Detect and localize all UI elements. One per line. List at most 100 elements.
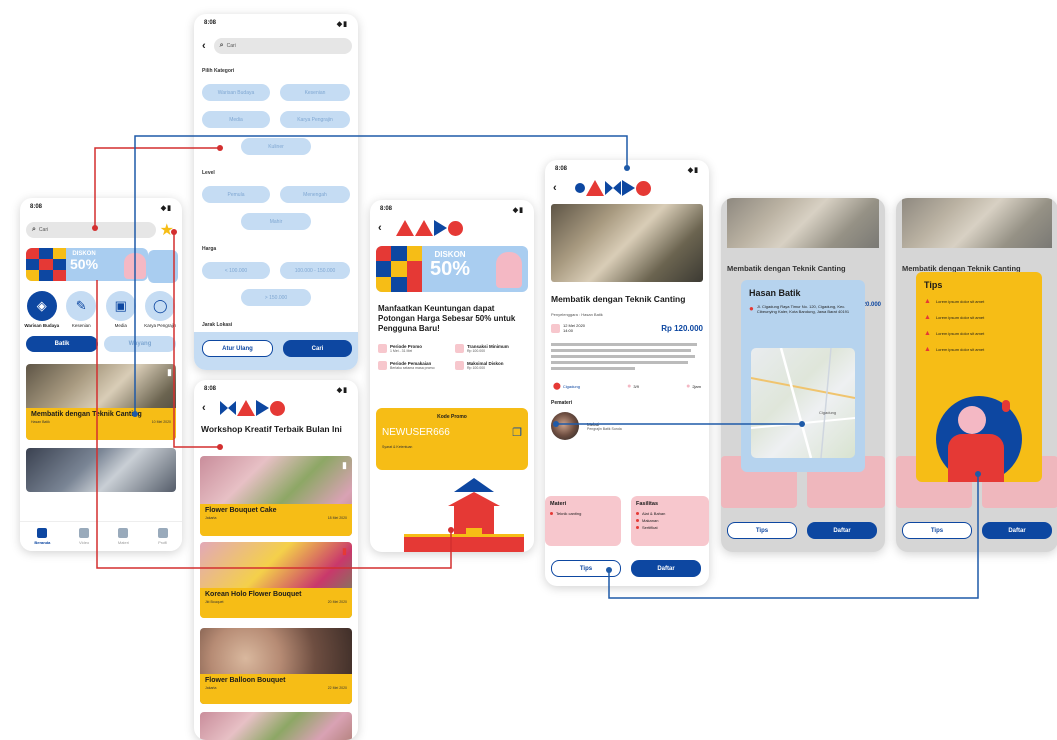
chip-kategori[interactable]: Media [202, 111, 270, 128]
bottom-nav: Beranda Video Materi Profil [20, 521, 182, 551]
nav-profil[interactable]: Profil [157, 528, 168, 545]
chip-kategori[interactable]: Kuliner [241, 138, 311, 155]
chip-level[interactable]: Menengah [280, 186, 350, 203]
status-time: 8:08 [380, 206, 393, 212]
hand-illustration [124, 253, 146, 279]
bookmark-icon[interactable]: ▮ [342, 460, 347, 471]
chip-harga[interactable]: 100.000 - 150.000 [280, 262, 350, 279]
detail-photo [727, 198, 879, 248]
item-author: Jakarta [205, 686, 217, 690]
nav-video[interactable]: Video [79, 528, 89, 545]
promo-value: 50% [70, 256, 99, 272]
back-icon[interactable]: ‹ [553, 182, 557, 194]
hand-illustration [496, 252, 522, 288]
warning-icon: ▲ [924, 298, 931, 305]
tips-button[interactable]: Tips [727, 522, 797, 539]
app-logo [574, 180, 651, 196]
promo-info: Transaksi Minimum Rp 100.000 [455, 344, 526, 353]
chip-kategori[interactable]: Kesenian [280, 84, 350, 101]
app-logo [395, 220, 463, 236]
fasilitas-heading: Fasilitas [636, 501, 659, 507]
tab-batik[interactable]: Batik [26, 336, 98, 352]
workshop-item[interactable]: Flower Balloon Bouquet Jakarta 22 Mei 2020 [200, 628, 352, 704]
workshop-item[interactable]: ▮ Korean Holo Flower Bouquet Jkt Bouquet 2… [200, 542, 352, 618]
map-card-title: Hasan Batik [749, 288, 801, 298]
copy-icon[interactable]: ❐ [512, 426, 522, 439]
video-icon [79, 528, 90, 538]
clock-icon: ● [686, 382, 691, 390]
daftar-button[interactable]: Daftar [807, 522, 877, 539]
workshop-item[interactable]: ▮ Flower Bouquet Cake Jakarta 18 Mei 2020 [200, 456, 352, 536]
chip-level[interactable]: Pemula [202, 186, 270, 203]
code-note[interactable]: Syarat & Ketentuan [382, 445, 522, 449]
fasilitas-box: Fasilitas Alat & Bahan Makanan Sertifika… [631, 496, 709, 546]
warning-icon: ▲ [924, 346, 931, 353]
workshop-card-2[interactable] [26, 448, 176, 492]
tab-wayang[interactable]: Wayang [104, 336, 176, 352]
item-author: Jkt Bouquet [205, 600, 224, 604]
info-value: 1 Mei - 31 Mei [390, 349, 413, 353]
nav-label: Materi [117, 540, 129, 545]
nav-beranda[interactable]: Beranda [34, 528, 50, 545]
participants-label: 3/9 [633, 383, 639, 389]
daftar-button[interactable]: Daftar [982, 522, 1052, 539]
screen-filter: 8:08 ◆▮ ‹ ⌕ Cari Pilih Kategori Warisan Bu… [194, 14, 358, 370]
location-link[interactable]: ⬤ Cigadung [553, 382, 580, 390]
search-button[interactable]: Cari [283, 340, 352, 357]
status-icons: ◆▮ [336, 21, 348, 28]
back-icon[interactable]: ‹ [202, 40, 206, 52]
back-icon[interactable]: ‹ [202, 402, 206, 414]
category-kesenian[interactable]: ✎ Kesenian [63, 291, 99, 328]
map-view[interactable]: Cigadung [751, 348, 855, 458]
bookmark-icon[interactable]: ▮ [167, 367, 172, 378]
materi-item: Teknik canting [550, 511, 616, 516]
workshop-card[interactable]: ▮ Membatik dengan Teknik Canting Hasan B… [26, 364, 176, 440]
gift-icon: ▣ [105, 291, 136, 321]
book-icon [118, 528, 129, 538]
chip-harga[interactable]: > 150.000 [241, 289, 311, 306]
promo-banner[interactable]: DISKON 50% [26, 248, 148, 281]
reset-button[interactable]: Atur Ulang [202, 340, 273, 357]
tip-item: ▲ Lorem ipsum dolor sit amet [924, 330, 1034, 337]
person-illustration [926, 396, 1032, 482]
category-media[interactable]: ▣ Media [103, 291, 139, 328]
batik-icon: ◈ [26, 291, 57, 321]
chip-harga[interactable]: < 100.000 [202, 262, 270, 279]
back-icon[interactable]: ‹ [378, 222, 382, 234]
category-karya[interactable]: ◯ Karya Pengrajin [142, 291, 178, 328]
search-input[interactable]: ⌕ Cari [213, 38, 352, 54]
info-value: Rp 100.000 [467, 366, 486, 370]
palette-icon: ✎ [66, 291, 97, 321]
category-label: Warisan Budaya [24, 323, 60, 328]
bookmark-icon[interactable]: ▮ [342, 546, 347, 557]
screen-home: 8:08 ◆▮ ⌕ Cari ★ DISKON 50% ◈ Warisan Buda… [20, 198, 182, 551]
chip-level[interactable]: Mahir [241, 213, 311, 230]
nav-materi[interactable]: Materi [118, 528, 129, 545]
card-author: Hasan Batik [31, 420, 50, 424]
search-placeholder: Cari [38, 227, 49, 233]
card-title: Membatik dengan Teknik Canting [31, 411, 142, 418]
location-label: Cigadung [562, 383, 580, 389]
materi-box: Materi Teknik canting [545, 496, 621, 546]
map-address: Jl. Cigadung Raya Timur No. 120, Cigadun… [756, 304, 850, 314]
chip-kategori[interactable]: Warisan Budaya [202, 84, 270, 101]
status-time: 8:08 [30, 204, 43, 210]
daftar-button[interactable]: Daftar [631, 560, 701, 577]
tips-card: Tips ▲ Lorem ipsum dolor sit amet ▲ Lorem … [916, 272, 1042, 482]
search-input[interactable]: ⌕ Cari [26, 222, 156, 238]
people-icon: ● [627, 382, 632, 390]
item-author: Jakarta [205, 516, 217, 520]
materi-heading: Materi [550, 501, 567, 507]
category-warisan[interactable]: ◈ Warisan Budaya [24, 291, 60, 328]
star-icon[interactable]: ★ [160, 220, 174, 240]
chip-kategori[interactable]: Karya Pengrajin [280, 111, 350, 128]
detail-photo [551, 204, 703, 282]
detail-organizer: Penyelenggara : Hasan Batik [551, 312, 603, 317]
duration-label: 2jam [692, 383, 701, 389]
tips-button[interactable]: Tips [551, 560, 621, 577]
detail-price: Rp 120.000 [661, 323, 703, 333]
category-label: Kesenian [71, 323, 91, 328]
info-value: Rp 100.000 [467, 349, 486, 353]
tips-button[interactable]: Tips [902, 522, 972, 539]
promo-banner-next[interactable] [148, 250, 178, 283]
